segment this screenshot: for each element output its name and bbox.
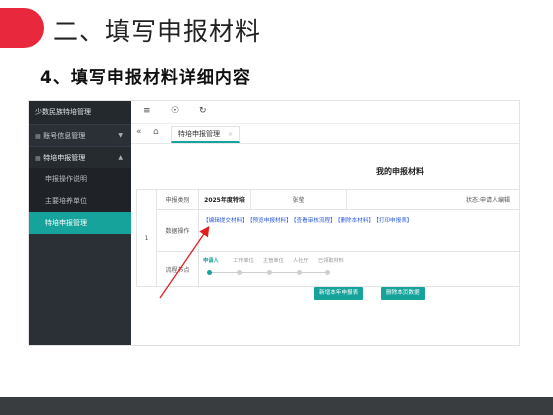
sidebar-item-declaration-management[interactable]: 特培申报管理 bbox=[29, 212, 131, 234]
home-icon[interactable]: ⌂ bbox=[153, 127, 159, 137]
tab-label: 特培申报管理 bbox=[178, 130, 220, 138]
flow-step: 工作单位 bbox=[233, 258, 254, 264]
slide-footer-bar bbox=[0, 397, 553, 415]
flow-dot bbox=[237, 270, 242, 275]
flow-step: 人社厅 bbox=[293, 258, 309, 264]
row-label: 申报类别 bbox=[156, 189, 199, 210]
sidebar-group-label: 特培申报管理 bbox=[43, 154, 86, 162]
sidebar-group-label: 账号信息管理 bbox=[43, 132, 86, 140]
chevron-up-icon: ▲ bbox=[118, 154, 123, 161]
flow-dot bbox=[207, 270, 212, 275]
slide-title: 二、填写申报材料 bbox=[53, 17, 262, 46]
declaration-table: 1 申报类别 2025年度特培 张莹 状态:申请人编辑 数据操作 【编辑提交材料… bbox=[136, 189, 519, 287]
grid-icon: ▦ bbox=[35, 155, 41, 162]
topbar: ≡ ☉ ↻ bbox=[131, 101, 519, 124]
delete-page-data-button[interactable]: 删除本页数据 bbox=[381, 287, 425, 300]
status-text: 状态:申请人编辑 bbox=[346, 189, 519, 210]
title-accent-tab bbox=[0, 8, 44, 48]
page-title: 我的申报材料 bbox=[376, 167, 424, 176]
tabs-bar: « ⌂ 特培申报管理 × bbox=[131, 124, 519, 144]
row-label: 数据操作 bbox=[156, 209, 199, 252]
table-row: 数据操作 【编辑提交材料】 【预览申报材料】 【查看审核流程】 【删除本材料】 【打印申… bbox=[137, 209, 519, 252]
sidebar-item-instructions[interactable]: 申报操作说明 bbox=[29, 168, 131, 190]
table-row: 流程节点 申请人 工作单位 主管单位 人社厅 已领取材料 bbox=[137, 251, 519, 287]
double-chevron-left-icon[interactable]: « bbox=[136, 127, 142, 137]
operations-links: 【编辑提交材料】 【预览申报材料】 【查看审核流程】 【删除本材料】 【打印申报表】 bbox=[203, 216, 516, 224]
review-flow-link[interactable]: 【查看审核流程】 bbox=[294, 218, 336, 224]
flow-cell: 申请人 工作单位 主管单位 人社厅 已领取材料 bbox=[198, 251, 519, 287]
operations-cell: 【编辑提交材料】 【预览申报材料】 【查看审核流程】 【删除本材料】 【打印申报表】 bbox=[198, 209, 519, 252]
main-content: 我的申报材料 1 申报类别 2025年度特培 张莹 状态:申请人编辑 数据操作 … bbox=[131, 144, 519, 345]
table-row: 1 申报类别 2025年度特培 张莹 状态:申请人编辑 bbox=[136, 189, 519, 287]
row-index: 1 bbox=[136, 189, 157, 287]
print-link[interactable]: 【打印申报表】 bbox=[376, 218, 412, 224]
delete-material-link[interactable]: 【删除本材料】 bbox=[338, 218, 374, 224]
row-label: 流程节点 bbox=[156, 251, 199, 287]
declaration-year: 2025年度特培 bbox=[198, 189, 251, 210]
applicant-name: 张莹 bbox=[250, 189, 347, 210]
app-brand: 少数民族特培管理 bbox=[29, 101, 131, 124]
sidebar-group-account[interactable]: ▦ 账号信息管理 ▼ bbox=[29, 124, 131, 146]
flow-dot bbox=[325, 270, 330, 275]
sidebar-group-declaration[interactable]: ▦ 特培申报管理 ▲ bbox=[29, 146, 131, 168]
flow-step: 已领取材料 bbox=[318, 258, 344, 264]
refresh-icon[interactable]: ↻ bbox=[199, 106, 207, 116]
tab-declaration-management[interactable]: 特培申报管理 × bbox=[171, 126, 241, 143]
sidebar-item-units[interactable]: 主要培养单位 bbox=[29, 190, 131, 212]
sidebar-submenu: 申报操作说明 主要培养单位 特培申报管理 bbox=[29, 168, 131, 234]
preview-link[interactable]: 【预览申报材料】 bbox=[250, 218, 292, 224]
menu-icon[interactable]: ≡ bbox=[143, 106, 151, 116]
flow-dot bbox=[297, 270, 302, 275]
close-icon[interactable]: × bbox=[228, 131, 233, 138]
flow-step: 主管单位 bbox=[263, 258, 284, 264]
slide-subtitle: 4、填写申报材料详细内容 bbox=[40, 68, 251, 88]
globe-icon[interactable]: ☉ bbox=[171, 106, 179, 116]
app-screenshot: 少数民族特培管理 ▦ 账号信息管理 ▼ ▦ 特培申报管理 ▲ 申报操作说明 主要… bbox=[28, 100, 520, 346]
chevron-down-icon: ▼ bbox=[118, 132, 123, 139]
edit-submit-link[interactable]: 【编辑提交材料】 bbox=[203, 218, 248, 224]
flow-dot bbox=[267, 270, 272, 275]
add-declaration-button[interactable]: 新增本年申报表 bbox=[314, 287, 364, 300]
sidebar: 少数民族特培管理 ▦ 账号信息管理 ▼ ▦ 特培申报管理 ▲ 申报操作说明 主要… bbox=[29, 101, 131, 345]
grid-icon: ▦ bbox=[35, 133, 41, 140]
flow-step: 申请人 bbox=[203, 258, 219, 264]
slide: 二、填写申报材料 4、填写申报材料详细内容 少数民族特培管理 ▦ 账号信息管理 … bbox=[0, 0, 553, 415]
process-flow: 申请人 工作单位 主管单位 人社厅 已领取材料 bbox=[203, 252, 516, 286]
